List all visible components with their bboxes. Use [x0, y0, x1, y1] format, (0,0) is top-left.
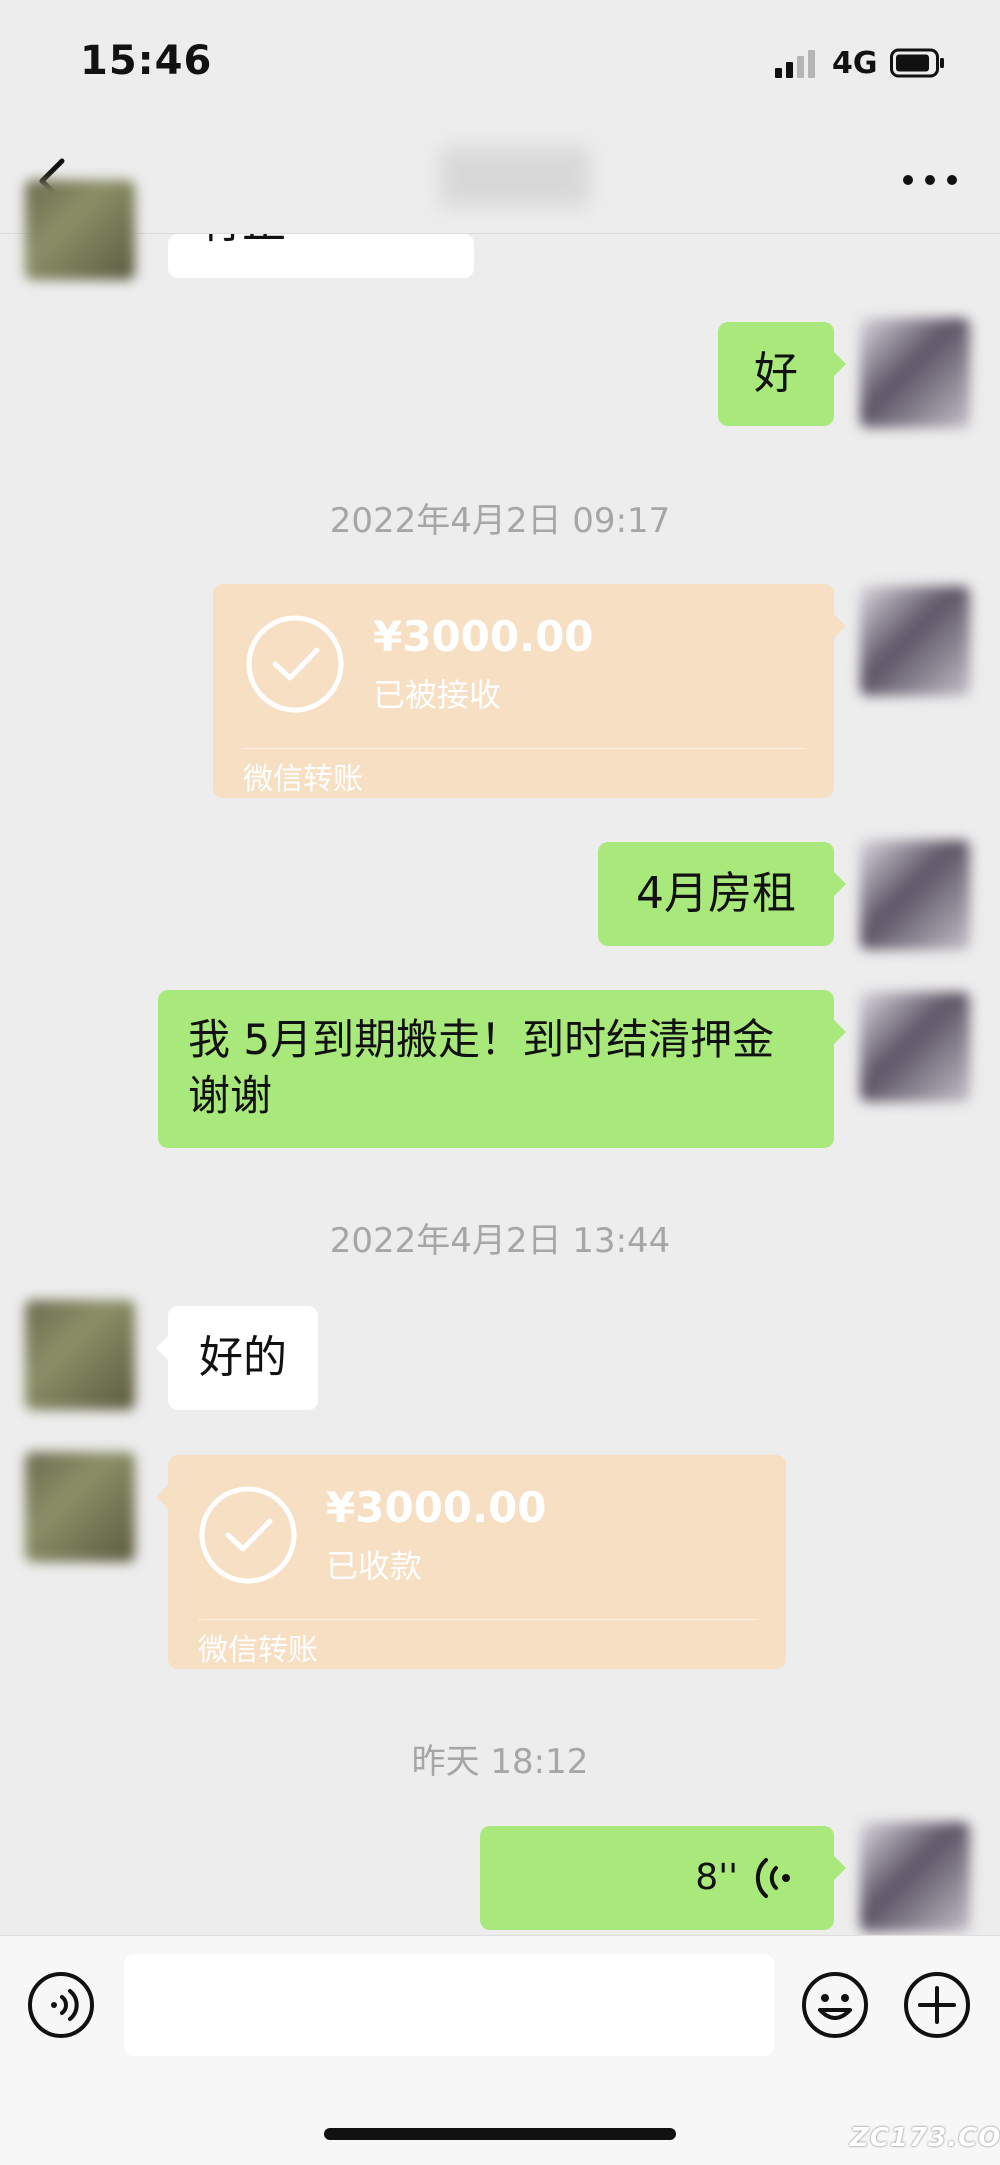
my-avatar[interactable] — [860, 992, 970, 1102]
emoji-icon[interactable] — [800, 1970, 870, 2040]
voice-icon[interactable] — [26, 1970, 96, 2040]
check-circle-icon — [199, 1486, 297, 1584]
message-bubble-sent[interactable]: 我 5月到期搬走！到时结清押金 谢谢 — [158, 990, 846, 1148]
message-input[interactable] — [124, 1954, 774, 2056]
transfer-status: 已收款 — [326, 1547, 423, 1585]
my-avatar[interactable] — [860, 586, 970, 696]
contact-avatar[interactable] — [25, 1452, 135, 1562]
status-bar: 15:46 4G — [0, 0, 1000, 120]
message-bubble-sent[interactable]: 好 — [718, 322, 846, 426]
message-text: 有正 — [198, 234, 286, 248]
message-text: 好的 — [199, 1332, 287, 1383]
network-type: 4G — [832, 46, 878, 81]
voice-wave-icon — [755, 1858, 790, 1898]
status-time: 15:46 — [80, 38, 213, 84]
timestamp: 2022年4月2日 09:17 — [329, 501, 671, 541]
chat-title — [440, 147, 590, 207]
voice-message-bubble[interactable]: 8'' — [480, 1826, 846, 1930]
transfer-status: 已被接收 — [373, 676, 502, 714]
check-circle-icon — [246, 615, 344, 713]
timestamp: 昨天 18:12 — [411, 1742, 589, 1782]
nav-bar — [0, 125, 1000, 234]
watermark: ZC173.COM — [850, 2123, 1000, 2153]
my-avatar[interactable] — [860, 318, 970, 428]
signal-icon — [775, 50, 815, 78]
battery-icon — [890, 48, 944, 78]
transfer-amount: ¥3000.00 — [326, 1483, 547, 1532]
contact-avatar[interactable] — [25, 180, 135, 280]
message-bubble-received[interactable]: 有正 — [168, 234, 474, 278]
my-avatar[interactable] — [860, 1822, 970, 1932]
transfer-label: 微信转账 — [198, 1633, 318, 1668]
divider — [243, 748, 804, 749]
message-bubble-sent[interactable]: 4月房租 — [598, 842, 846, 946]
transfer-card[interactable]: ¥3000.00 已收款 微信转账 — [156, 1455, 786, 1669]
more-icon[interactable] — [900, 165, 960, 195]
my-avatar[interactable] — [860, 840, 970, 950]
home-indicator[interactable] — [324, 2128, 676, 2140]
divider — [198, 1619, 756, 1620]
message-text: 4月房租 — [636, 868, 796, 919]
message-bubble-received[interactable]: 好的 — [156, 1306, 318, 1410]
message-text: 谢谢 — [188, 1071, 273, 1120]
message-text: 我 5月到期搬走！到时结清押金 — [188, 1015, 775, 1064]
message-text: 好 — [754, 348, 798, 399]
voice-duration: 8'' — [695, 1857, 738, 1898]
transfer-amount: ¥3000.00 — [373, 612, 594, 661]
contact-avatar[interactable] — [25, 1300, 135, 1410]
transfer-label: 微信转账 — [243, 762, 363, 797]
transfer-card[interactable]: ¥3000.00 已被接收 微信转账 — [213, 584, 846, 798]
timestamp: 2022年4月2日 13:44 — [329, 1221, 671, 1261]
plus-icon[interactable] — [902, 1970, 972, 2040]
